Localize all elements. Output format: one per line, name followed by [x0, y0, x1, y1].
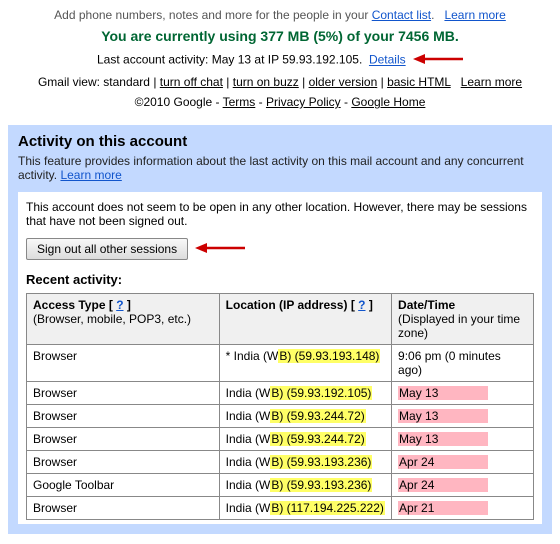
copyright-line: ©2010 Google - Terms - Privacy Policy - … — [8, 95, 552, 109]
ip-highlight: B) (59.93.193.236) — [270, 478, 372, 492]
cell-access-type: Browser — [27, 428, 220, 451]
activity-learn-more-link[interactable]: Learn more — [60, 168, 121, 182]
table-row: BrowserIndia (WB) (59.93.244.72) May 13 — [27, 405, 534, 428]
cell-access-type: Browser — [27, 382, 220, 405]
date-highlight: May 13 — [398, 386, 488, 400]
privacy-link[interactable]: Privacy Policy — [266, 95, 341, 109]
cell-access-type: Browser — [27, 405, 220, 428]
cell-access-type: Browser — [27, 497, 220, 520]
cell-access-type: Google Toolbar — [27, 474, 220, 497]
date-highlight: May 13 — [398, 409, 488, 423]
details-link[interactable]: Details — [369, 53, 406, 67]
cell-location: India (WB) (59.93.193.236) — [219, 474, 391, 497]
table-row: BrowserIndia (WB) (59.93.192.105) May 13 — [27, 382, 534, 405]
date-highlight: Apr 24 — [398, 455, 488, 469]
older-version-link[interactable]: older version — [309, 75, 378, 89]
terms-link[interactable]: Terms — [223, 95, 256, 109]
add-contacts-text: Add phone numbers, notes and more for th… — [54, 8, 372, 22]
col-access-type: Access Type [ ? ] (Browser, mobile, POP3… — [27, 294, 220, 345]
table-header-row: Access Type [ ? ] (Browser, mobile, POP3… — [27, 294, 534, 345]
recent-activity-title: Recent activity: — [26, 272, 534, 287]
signout-row: Sign out all other sessions — [26, 238, 534, 260]
table-row: Google ToolbarIndia (WB) (59.93.193.236)… — [27, 474, 534, 497]
ip-highlight: B) (59.93.193.148) — [278, 349, 380, 363]
cell-datetime: Apr 21 — [392, 497, 534, 520]
cell-datetime: May 13 — [392, 405, 534, 428]
add-contacts-line: Add phone numbers, notes and more for th… — [8, 8, 552, 22]
cell-location: India (WB) (59.93.244.72) — [219, 428, 391, 451]
table-row: Browser* India (WB) (59.93.193.148)9:06 … — [27, 345, 534, 382]
ip-highlight: B) (59.93.192.105) — [270, 386, 372, 400]
learn-more-link[interactable]: Learn more — [444, 8, 505, 22]
sign-out-all-button[interactable]: Sign out all other sessions — [26, 238, 188, 260]
cell-access-type: Browser — [27, 345, 220, 382]
table-row: BrowserIndia (WB) (59.93.193.236) Apr 24 — [27, 451, 534, 474]
table-row: BrowserIndia (WB) (59.93.244.72) May 13 — [27, 428, 534, 451]
contact-list-link[interactable]: Contact list — [372, 8, 431, 22]
ip-highlight: B) (59.93.193.236) — [270, 455, 372, 469]
last-activity-text: Last account activity: May 13 at IP 59.9… — [97, 53, 362, 67]
cell-location: India (WB) (59.93.193.236) — [219, 451, 391, 474]
activity-panel-title: Activity on this account — [18, 133, 542, 150]
date-highlight: Apr 21 — [398, 501, 488, 515]
learn-more-view-link[interactable]: Learn more — [461, 75, 522, 89]
cell-location: * India (WB) (59.93.193.148) — [219, 345, 391, 382]
activity-panel: Activity on this account This feature pr… — [8, 125, 552, 534]
access-help-link[interactable]: ? — [116, 298, 123, 312]
cell-access-type: Browser — [27, 451, 220, 474]
gmail-view-line: Gmail view: standard | turn off chat | t… — [8, 75, 552, 89]
cell-datetime: May 13 — [392, 428, 534, 451]
table-row: BrowserIndia (WB) (117.194.225.222) Apr 2… — [27, 497, 534, 520]
ip-highlight: B) (117.194.225.222) — [270, 501, 385, 515]
view-standard: standard — [103, 75, 150, 89]
activity-panel-desc: This feature provides information about … — [18, 154, 542, 182]
date-highlight: Apr 24 — [398, 478, 488, 492]
cell-location: India (WB) (59.93.192.105) — [219, 382, 391, 405]
cell-datetime: May 13 — [392, 382, 534, 405]
turn-off-chat-link[interactable]: turn off chat — [160, 75, 223, 89]
storage-usage-line: You are currently using 377 MB (5%) of y… — [8, 28, 552, 44]
footer-info-block: Add phone numbers, notes and more for th… — [8, 8, 552, 109]
activity-table: Access Type [ ? ] (Browser, mobile, POP3… — [26, 293, 534, 520]
cell-location: India (WB) (59.93.244.72) — [219, 405, 391, 428]
location-help-link[interactable]: ? — [358, 298, 365, 312]
basic-html-link[interactable]: basic HTML — [387, 75, 451, 89]
last-activity-line: Last account activity: May 13 at IP 59.9… — [8, 52, 552, 69]
annotation-arrow-icon — [413, 52, 463, 69]
session-notice: This account does not seem to be open in… — [26, 200, 534, 228]
col-datetime: Date/Time (Displayed in your time zone) — [392, 294, 534, 345]
annotation-arrow-icon — [195, 241, 245, 258]
col-location: Location (IP address) [ ? ] — [219, 294, 391, 345]
turn-on-buzz-link[interactable]: turn on buzz — [233, 75, 299, 89]
ip-highlight: B) (59.93.244.72) — [270, 409, 365, 423]
cell-datetime: Apr 24 — [392, 451, 534, 474]
cell-datetime: 9:06 pm (0 minutes ago) — [392, 345, 534, 382]
activity-inner-box: This account does not seem to be open in… — [18, 192, 542, 524]
date-highlight: May 13 — [398, 432, 488, 446]
cell-datetime: Apr 24 — [392, 474, 534, 497]
google-home-link[interactable]: Google Home — [351, 95, 425, 109]
ip-highlight: B) (59.93.244.72) — [270, 432, 365, 446]
cell-location: India (WB) (117.194.225.222) — [219, 497, 391, 520]
